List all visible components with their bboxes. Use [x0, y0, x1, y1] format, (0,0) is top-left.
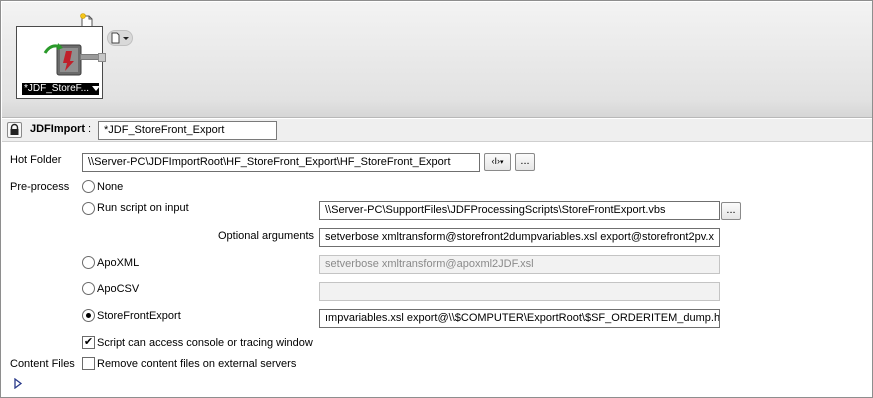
optional-arguments-label: Optional arguments	[218, 230, 314, 242]
preprocess-label: Pre-process	[10, 181, 70, 193]
element-name-input[interactable]: *JDF_StoreFront_Export	[98, 121, 277, 140]
node-dropdown-icon[interactable]	[92, 86, 100, 91]
output-document-dropdown[interactable]	[107, 30, 133, 46]
hot-folder-input[interactable]: \\Server-PC\JDFImportRoot\HF_StoreFront_…	[82, 153, 480, 172]
script-browse-button[interactable]: ...	[721, 202, 741, 220]
remove-content-label[interactable]: Remove content files on external servers	[97, 358, 296, 370]
radio-none-label[interactable]: None	[97, 181, 123, 193]
radio-apocsv[interactable]	[82, 282, 95, 295]
apoxml-arguments-input: setverbose xmltransform@apoxml2JDF.xsl	[319, 255, 720, 274]
type-separator: :	[88, 123, 92, 135]
expand-triangle-icon[interactable]	[14, 377, 23, 392]
content-files-label: Content Files	[10, 358, 75, 370]
radio-apoxml[interactable]	[82, 256, 95, 269]
script-path-input[interactable]: \\Server-PC\SupportFiles\JDFProcessingSc…	[319, 201, 720, 220]
remove-content-checkbox[interactable]	[82, 357, 95, 370]
radio-none[interactable]	[82, 180, 95, 193]
insert-variable-button[interactable]: ‹I›▾	[484, 153, 511, 171]
radio-apoxml-label[interactable]: ApoXML	[97, 257, 139, 269]
radio-storefrontexport[interactable]	[82, 309, 95, 322]
radio-run-script[interactable]	[82, 202, 95, 215]
jdf-import-node[interactable]: *JDF_StoreF...	[16, 26, 103, 99]
flow-canvas[interactable]: *JDF_StoreF...	[2, 2, 872, 118]
node-label[interactable]: *JDF_StoreF...	[22, 83, 99, 95]
connector-handle[interactable]	[98, 53, 106, 62]
lock-button[interactable]	[7, 122, 22, 138]
script-console-checkbox[interactable]: ✔	[82, 336, 95, 349]
radio-storefrontexport-label[interactable]: StoreFrontExport	[97, 310, 181, 322]
hot-folder-label: Hot Folder	[10, 154, 62, 166]
variable-icon: ‹I›	[491, 156, 500, 166]
optional-arguments-input[interactable]: setverbose xmltransform@storefront2dumpv…	[319, 228, 720, 247]
radio-apocsv-label[interactable]: ApoCSV	[97, 283, 139, 295]
radio-run-script-label[interactable]: Run script on input	[97, 202, 189, 214]
hot-folder-browse-button[interactable]: ...	[515, 153, 535, 171]
element-header: JDFImport : *JDF_StoreFront_Export	[2, 119, 872, 142]
node-connector	[80, 54, 100, 60]
jdf-import-panel: *JDF_StoreF... JDFImport : *JDF_StoreFro…	[0, 0, 873, 398]
storefront-arguments-input[interactable]: ımpvariables.xsl export@\\$COMPUTER\Expo…	[319, 309, 720, 328]
lock-icon	[10, 123, 19, 135]
script-console-label[interactable]: Script can access console or tracing win…	[97, 337, 313, 349]
apocsv-arguments-input	[319, 282, 720, 301]
element-type-label: JDFImport	[30, 123, 85, 135]
